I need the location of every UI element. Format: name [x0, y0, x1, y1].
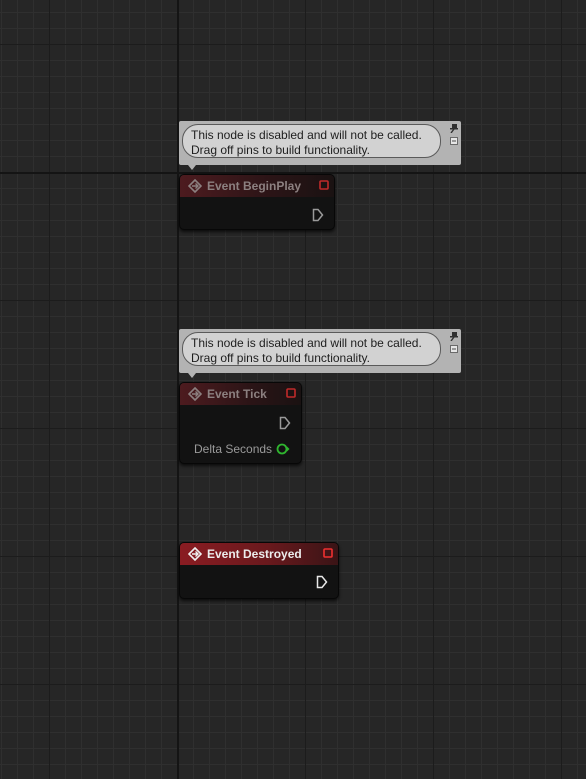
comment-bubble-tick[interactable]: This node is disabled and will not be ca… — [179, 329, 461, 378]
node-title: Event Destroyed — [207, 547, 302, 561]
comment-line-2: Drag off pins to build functionality. — [191, 143, 370, 157]
delta-seconds-label: Delta Seconds — [194, 442, 273, 456]
comment-line-2: Drag off pins to build functionality. — [191, 351, 370, 365]
delegate-pin-icon[interactable] — [323, 548, 333, 558]
pin-icon[interactable] — [449, 124, 459, 133]
comment-tail — [188, 165, 196, 170]
node-header[interactable]: Event Tick — [180, 383, 301, 405]
comment-line-1: This node is disabled and will not be ca… — [191, 128, 422, 142]
event-icon — [188, 179, 202, 193]
collapse-icon[interactable] — [450, 137, 458, 145]
event-beginplay-node[interactable]: Event BeginPlay — [179, 174, 335, 230]
comment-tail — [188, 373, 196, 378]
event-destroyed-node[interactable]: Event Destroyed — [179, 542, 339, 599]
comment-bubble-begin-play[interactable]: This node is disabled and will not be ca… — [179, 121, 461, 170]
collapse-icon[interactable] — [450, 345, 458, 353]
node-header[interactable]: Event BeginPlay — [180, 175, 334, 197]
pin-icon[interactable] — [449, 332, 459, 341]
exec-output-pin-icon[interactable] — [279, 416, 291, 430]
event-tick-node[interactable]: Event Tick Delta Seconds — [179, 382, 302, 464]
float-output-pin-icon[interactable] — [276, 443, 290, 455]
node-header[interactable]: Event Destroyed — [180, 543, 338, 565]
delegate-pin-icon[interactable] — [286, 388, 296, 398]
event-icon — [188, 547, 202, 561]
node-title: Event Tick — [207, 387, 267, 401]
exec-output-pin-icon[interactable] — [312, 208, 324, 222]
comment-text: This node is disabled and will not be ca… — [182, 124, 441, 158]
exec-output-pin-icon[interactable] — [316, 575, 328, 589]
event-icon — [188, 387, 202, 401]
delegate-pin-icon[interactable] — [319, 180, 329, 190]
node-title: Event BeginPlay — [207, 179, 302, 193]
comment-line-1: This node is disabled and will not be ca… — [191, 336, 422, 350]
comment-text: This node is disabled and will not be ca… — [182, 332, 441, 366]
